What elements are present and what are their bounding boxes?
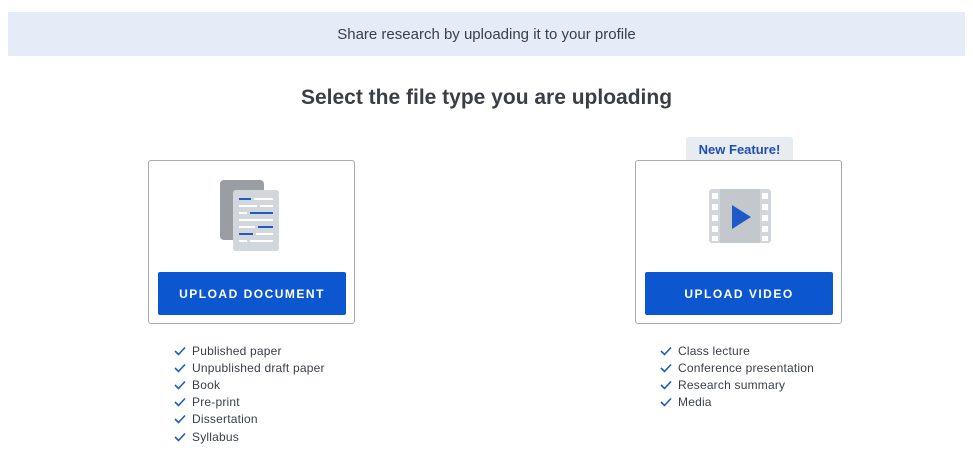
check-icon (174, 346, 192, 356)
list-item-label: Class lecture (678, 343, 750, 358)
check-icon (660, 346, 678, 356)
document-icon (149, 177, 354, 255)
list-item-label: Conference presentation (678, 360, 815, 375)
new-feature-badge: New Feature! (686, 137, 793, 161)
list-item: Media (660, 394, 814, 411)
list-item-label: Media (678, 395, 712, 410)
list-item: Book (174, 376, 325, 393)
list-item-label: Dissertation (192, 412, 258, 427)
list-item: Class lecture (660, 342, 814, 359)
page-title: Select the file type you are uploading (300, 86, 673, 109)
list-item-label: Published paper (192, 343, 282, 358)
list-item: Conference presentation (660, 359, 814, 376)
list-item-label: Book (192, 377, 221, 392)
check-icon (660, 397, 678, 407)
banner-text: Share research by uploading it to your p… (337, 25, 636, 43)
check-icon (174, 414, 192, 424)
list-item: Unpublished draft paper (174, 359, 325, 376)
film-play-icon (636, 177, 841, 255)
upload-document-button[interactable]: UPLOAD DOCUMENT (158, 272, 346, 315)
list-item: Published paper (174, 342, 325, 359)
check-icon (660, 380, 678, 390)
upload-video-card[interactable]: UPLOAD VIDEO (635, 160, 842, 324)
check-icon (660, 363, 678, 373)
check-icon (174, 380, 192, 390)
list-item-label: Research summary (678, 377, 786, 392)
info-banner: Share research by uploading it to your p… (8, 12, 965, 56)
list-item-label: Syllabus (192, 429, 239, 444)
list-item: Dissertation (174, 411, 325, 428)
list-item: Pre-print (174, 394, 325, 411)
check-icon (174, 397, 192, 407)
list-item-label: Pre-print (192, 395, 240, 410)
list-item: Syllabus (174, 428, 325, 445)
list-item-label: Unpublished draft paper (192, 360, 325, 375)
check-icon (174, 432, 192, 442)
check-icon (174, 363, 192, 373)
upload-video-button[interactable]: UPLOAD VIDEO (645, 272, 833, 315)
upload-document-card[interactable]: UPLOAD DOCUMENT (148, 160, 355, 324)
list-item: Research summary (660, 376, 814, 393)
video-types-list: Class lecture Conference presentation Re… (660, 342, 814, 411)
document-types-list: Published paper Unpublished draft paper … (174, 342, 325, 445)
